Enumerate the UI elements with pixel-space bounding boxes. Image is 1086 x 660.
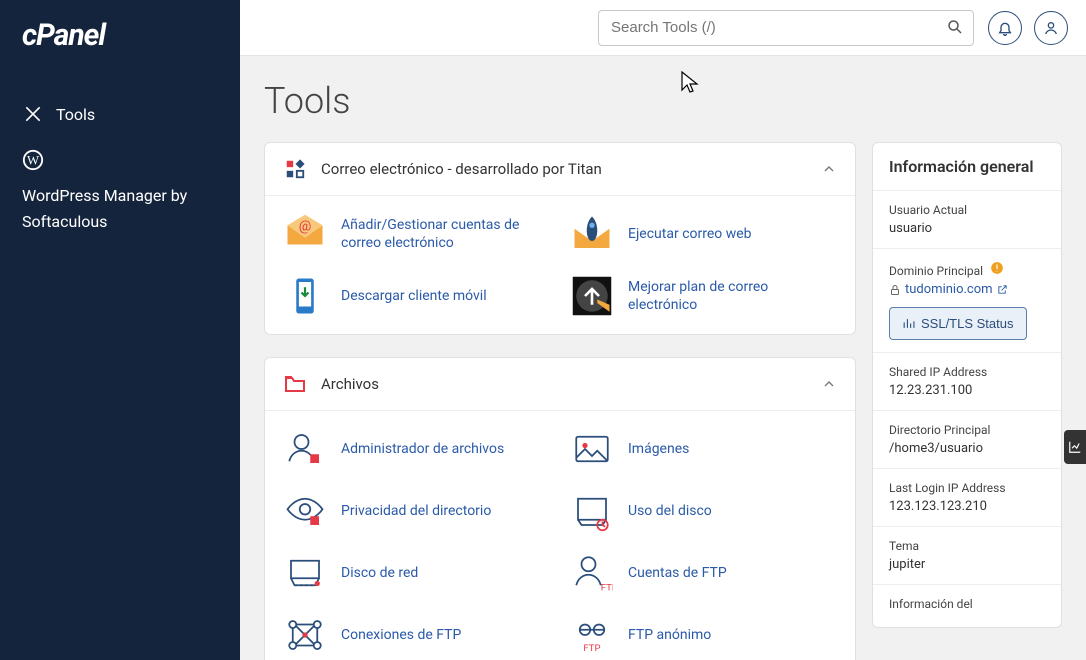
envelope-rocket-icon — [570, 212, 614, 256]
panel-email: Correo electrónico - desarrollado por Ti… — [264, 142, 856, 335]
network-disk-icon — [283, 551, 327, 595]
tool-label: Administrador de archivos — [341, 440, 504, 458]
info-value: 12.23.231.100 — [889, 383, 1045, 398]
logo-text: cPanel — [22, 18, 105, 53]
tool-label: Uso del disco — [628, 502, 712, 520]
sidebar-item-label: WordPress Manager by Softaculous — [22, 183, 218, 234]
tool-label: Descargar cliente móvil — [341, 287, 487, 305]
topbar-actions — [988, 11, 1068, 45]
sidebar-item-label: Tools — [56, 105, 95, 124]
info-user: Usuario Actual usuario — [873, 191, 1061, 249]
file-manager-icon — [283, 427, 327, 471]
info-value: usuario — [889, 221, 1045, 236]
svg-text:@: @ — [299, 219, 312, 235]
mobile-download-icon — [283, 274, 327, 318]
panel-files: Archivos Administrador de archivos — [264, 357, 856, 660]
ftp-anonymous-icon: FTP — [570, 613, 614, 657]
tool-manage-email[interactable]: @ Añadir/Gestionar cuentas de correo ele… — [283, 212, 550, 256]
tool-directory-privacy[interactable]: Privacidad del directorio — [283, 489, 550, 533]
info-header: Información general — [873, 143, 1061, 191]
sidebar: cPanel Tools W WordPress Manager by Soft… — [0, 0, 240, 660]
info-panel: Información general Usuario Actual usuar… — [872, 142, 1062, 628]
ftp-connections-icon — [283, 613, 327, 657]
info-theme: Tema jupiter — [873, 527, 1061, 585]
info-domain: Dominio Principal tudominio.com — [873, 249, 1061, 353]
tool-ftp-accounts[interactable]: FTP Cuentas de FTP — [570, 551, 837, 595]
info-value: 123.123.123.210 — [889, 499, 1045, 514]
tool-label: Añadir/Gestionar cuentas de correo elect… — [341, 216, 550, 252]
sidebar-item-tools[interactable]: Tools — [0, 91, 240, 137]
domain-link[interactable]: tudominio.com — [905, 282, 1008, 297]
upgrade-icon — [570, 274, 614, 318]
sidebar-item-wordpress[interactable]: W WordPress Manager by Softaculous — [0, 137, 240, 246]
info-label: Directorio Principal — [889, 423, 1045, 437]
info-label: Last Login IP Address — [889, 481, 1045, 495]
svg-text:W: W — [27, 154, 40, 168]
info-label: Información del — [889, 597, 1045, 611]
tool-ftp-connections[interactable]: Conexiones de FTP — [283, 613, 550, 657]
info-value: /home3/usuario — [889, 441, 1045, 456]
envelope-at-icon: @ — [283, 212, 327, 256]
chevron-up-icon[interactable] — [821, 376, 837, 392]
info-shared-ip: Shared IP Address 12.23.231.100 — [873, 353, 1061, 411]
info-label: Shared IP Address — [889, 365, 1045, 379]
warning-icon — [990, 261, 1004, 278]
ssl-status-button[interactable]: SSL/TLS Status — [889, 307, 1027, 340]
panel-files-header[interactable]: Archivos — [265, 358, 855, 411]
wordpress-icon: W — [22, 149, 44, 171]
tool-upgrade-email[interactable]: Mejorar plan de correo electrónico — [570, 274, 837, 318]
tool-network-disk[interactable]: Disco de red — [283, 551, 550, 595]
chevron-up-icon[interactable] — [821, 161, 837, 177]
stats-fab[interactable] — [1064, 430, 1086, 464]
info-server: Información del — [873, 585, 1061, 627]
tool-label: Privacidad del directorio — [341, 502, 491, 520]
info-label: Usuario Actual — [889, 203, 1045, 217]
info-home-dir: Directorio Principal /home3/usuario — [873, 411, 1061, 469]
eye-lock-icon — [283, 489, 327, 533]
info-value: jupiter — [889, 557, 1045, 572]
lock-icon — [889, 284, 901, 296]
domain-row: tudominio.com — [889, 282, 1045, 297]
panel-title: Correo electrónico - desarrollado por Ti… — [321, 160, 807, 178]
tool-label: Imágenes — [628, 440, 689, 458]
tool-images[interactable]: Imágenes — [570, 427, 837, 471]
tool-disk-usage[interactable]: Uso del disco — [570, 489, 837, 533]
notifications-button[interactable] — [988, 11, 1022, 45]
topbar — [240, 0, 1086, 56]
folder-icon — [283, 372, 307, 396]
svg-text:FTP: FTP — [583, 643, 600, 654]
apps-icon — [283, 157, 307, 181]
panel-email-header[interactable]: Correo electrónico - desarrollado por Ti… — [265, 143, 855, 196]
ftp-accounts-icon: FTP — [570, 551, 614, 595]
images-icon — [570, 427, 614, 471]
tool-webmail[interactable]: Ejecutar correo web — [570, 212, 837, 256]
info-label: Dominio Principal — [889, 261, 1045, 278]
main-content: Tools Correo electrónico - desarrollado … — [240, 56, 1086, 660]
info-last-login: Last Login IP Address 123.123.123.210 — [873, 469, 1061, 527]
tool-label: Disco de red — [341, 564, 418, 582]
panel-title: Archivos — [321, 375, 807, 393]
tool-mobile-client[interactable]: Descargar cliente móvil — [283, 274, 550, 318]
tool-ftp-anonymous[interactable]: FTP FTP anónimo — [570, 613, 837, 657]
tools-icon — [22, 103, 44, 125]
page-title: Tools — [264, 80, 1062, 122]
logo: cPanel — [0, 0, 240, 71]
disk-usage-icon — [570, 489, 614, 533]
tool-file-manager[interactable]: Administrador de archivos — [283, 427, 550, 471]
svg-text:FTP: FTP — [601, 583, 613, 594]
search-input[interactable] — [598, 10, 974, 46]
sidebar-nav: Tools W WordPress Manager by Softaculous — [0, 71, 240, 266]
tool-label: FTP anónimo — [628, 626, 711, 644]
tool-label: Cuentas de FTP — [628, 564, 727, 582]
search-wrap — [598, 10, 974, 46]
info-label: Tema — [889, 539, 1045, 553]
search-icon[interactable] — [946, 18, 964, 36]
account-button[interactable] — [1034, 11, 1068, 45]
tool-label: Ejecutar correo web — [628, 225, 752, 243]
tool-label: Mejorar plan de correo electrónico — [628, 278, 837, 314]
tool-label: Conexiones de FTP — [341, 626, 461, 644]
